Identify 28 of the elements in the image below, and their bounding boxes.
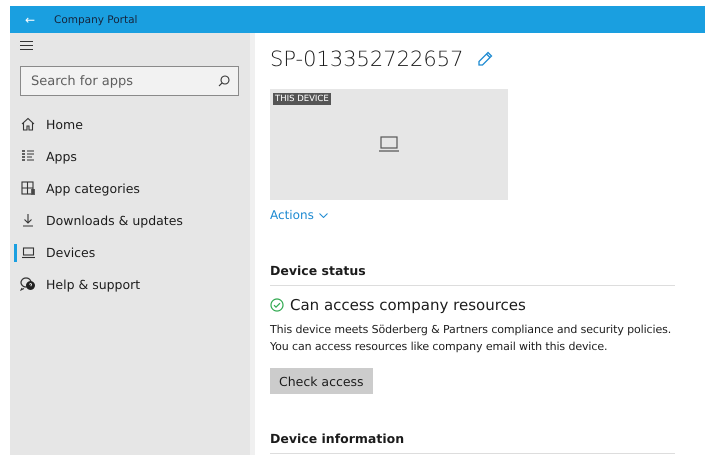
list-icon [21, 149, 35, 163]
sidebar-item[interactable]: Help & support [10, 268, 250, 300]
section-heading: Device status [270, 263, 675, 286]
window-title: Company Portal [54, 14, 138, 26]
menu-icon[interactable] [20, 41, 33, 50]
search-icon [218, 75, 230, 87]
search-field[interactable]: Search for apps [20, 66, 239, 96]
help-icon [20, 277, 36, 291]
home-icon [21, 117, 35, 131]
actions-link[interactable]: Actions [270, 208, 328, 222]
sidebar-item[interactable]: Apps [10, 140, 250, 172]
device-tile[interactable]: THIS DEVICE [270, 89, 508, 200]
device-name: SP-013352722657 [270, 47, 464, 71]
section-heading: Device information [270, 431, 675, 454]
laptop-icon [378, 136, 400, 152]
sidebar-item[interactable]: Downloads & updates [10, 204, 250, 236]
sidebar-item[interactable]: Devices [10, 236, 250, 268]
device-tag: THIS DEVICE [273, 93, 331, 105]
laptop-icon [20, 246, 36, 258]
pencil-icon[interactable] [477, 51, 494, 67]
sidebar-item[interactable]: App categories [10, 172, 250, 204]
status-text: Can access company resources [290, 296, 526, 314]
download-icon [21, 213, 35, 227]
sidebar-item[interactable]: Home [10, 108, 250, 140]
grid-icon [20, 181, 36, 195]
chevron-down-icon [318, 212, 328, 218]
status-description: This device meets Söderberg & Partners compliance and security policies. You can access resources like company email with this device. [270, 322, 672, 355]
check-access-button[interactable]: Check access [270, 368, 373, 394]
